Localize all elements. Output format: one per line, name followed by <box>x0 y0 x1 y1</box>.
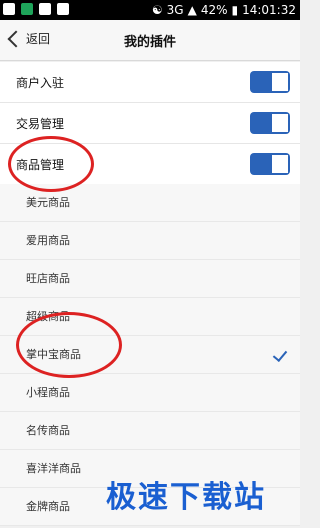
checkmark-icon <box>272 346 288 363</box>
list-item[interactable]: 爱用商品 <box>0 222 300 260</box>
toggle-list: 商户入驻 交易管理 商品管理 <box>0 62 300 185</box>
toggle-label: 商户入驻 <box>16 76 65 90</box>
product-toggle[interactable] <box>250 153 290 175</box>
toggle-knob <box>272 114 288 132</box>
battery-icon: ▮ <box>231 3 239 17</box>
toggle-row-product: 商品管理 <box>0 144 300 185</box>
list-item[interactable]: 小程商品 <box>0 374 300 412</box>
list-item-label: 爱用商品 <box>26 234 70 247</box>
list-item-label: 旺店商品 <box>26 272 70 285</box>
toggle-knob <box>272 155 288 173</box>
toggle-row-merchant: 商户入驻 <box>0 62 300 103</box>
page-title: 我的插件 <box>123 35 176 50</box>
transaction-toggle[interactable] <box>250 112 290 134</box>
list-item[interactable]: 旺店商品 <box>0 260 300 298</box>
navigation-bar: 返回 我的插件 <box>0 20 300 61</box>
list-item[interactable]: 名传商品 <box>0 412 300 450</box>
list-item[interactable]: 美元商品 <box>0 184 300 222</box>
notification-icon <box>3 3 15 15</box>
wifi-icon: ☯ <box>151 3 163 17</box>
security-icon <box>21 3 33 15</box>
network-type: 3G <box>166 3 184 17</box>
camera-icon <box>39 3 51 15</box>
list-item-label: 小程商品 <box>26 386 70 399</box>
list-item-label: 喜洋洋商品 <box>26 462 81 475</box>
status-bar: ☯ 3G ▲ 42% ▮ 14:01:32 <box>0 0 300 20</box>
list-item-label: 掌中宝商品 <box>26 348 81 361</box>
watermark: 极速下载站 <box>106 480 266 515</box>
list-item-selected[interactable]: 掌中宝商品 <box>0 336 300 374</box>
list-item[interactable]: 超级商品 <box>0 298 300 336</box>
signal-icon: ▲ <box>187 3 197 17</box>
app-icon <box>57 3 69 15</box>
list-item-label: 美元商品 <box>26 196 70 209</box>
battery-level: 42% <box>200 3 228 17</box>
toggle-label: 商品管理 <box>16 158 65 172</box>
status-right: ☯ 3G ▲ 42% ▮ 14:01:32 <box>152 3 296 17</box>
list-item-label: 名传商品 <box>26 424 70 437</box>
merchant-toggle[interactable] <box>250 71 290 93</box>
list-item-label: 金牌商品 <box>26 500 70 513</box>
toggle-label: 交易管理 <box>16 117 65 131</box>
toggle-row-transaction: 交易管理 <box>0 103 300 144</box>
clock: 14:01:32 <box>242 3 296 17</box>
toggle-knob <box>272 73 288 91</box>
list-item-label: 超级商品 <box>26 310 70 323</box>
status-left-icons <box>3 3 69 15</box>
